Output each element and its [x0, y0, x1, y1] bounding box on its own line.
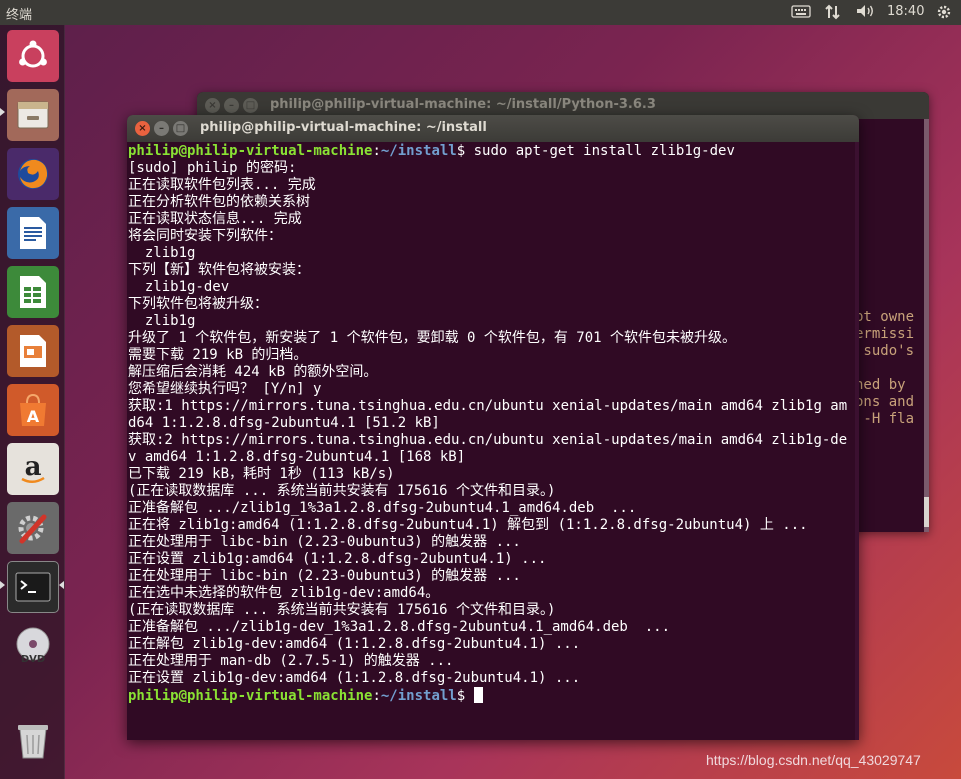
top-panel: 终端 18:40: [0, 0, 961, 25]
close-icon[interactable]: ×: [205, 98, 220, 113]
active-indicator: [0, 108, 5, 116]
active-app-title: 终端: [6, 8, 33, 23]
minimize-icon[interactable]: –: [154, 121, 169, 136]
network-arrows-icon[interactable]: [824, 3, 842, 25]
maximize-icon[interactable]: □: [173, 121, 188, 136]
scrollbar[interactable]: [855, 142, 859, 740]
dvd-icon[interactable]: DVD: [7, 620, 59, 672]
prompt-dollar: $: [456, 143, 466, 159]
window-titlebar[interactable]: × – □ philip@philip-virtual-machine: ~/i…: [127, 115, 859, 142]
front-terminal-window[interactable]: × – □ philip@philip-virtual-machine: ~/i…: [127, 115, 859, 740]
svg-text:DVD: DVD: [21, 654, 45, 665]
scrollbar[interactable]: [924, 119, 929, 532]
file-cabinet-icon[interactable]: [7, 89, 59, 141]
calc-icon[interactable]: [7, 266, 59, 318]
prompt-user: philip@philip-virtual-machine: [128, 688, 373, 704]
prompt-user: philip@philip-virtual-machine: [128, 143, 373, 159]
gear-icon[interactable]: [935, 3, 953, 25]
ubuntu-logo-icon[interactable]: [7, 30, 59, 82]
prompt-path: ~/install: [380, 143, 457, 159]
prompt-colon: :: [372, 143, 381, 159]
prompt-dollar: $: [456, 688, 474, 704]
terminal-text-area[interactable]: philip@philip-virtual-machine:~/install$…: [128, 143, 854, 740]
running-indicator: [0, 581, 5, 589]
impress-icon[interactable]: [7, 325, 59, 377]
scrollbar-thumb[interactable]: [924, 497, 929, 527]
wrench-gear-icon[interactable]: [7, 502, 59, 554]
volume-icon[interactable]: [855, 3, 877, 23]
watermark: https://blog.csdn.net/qq_43029747: [706, 752, 921, 768]
command-output: [sudo] philip 的密码: 正在读取软件包列表... 完成 正在分析软…: [128, 160, 848, 686]
firefox-icon[interactable]: [7, 148, 59, 200]
clock[interactable]: 18:40: [887, 4, 924, 19]
keyboard-icon[interactable]: [791, 3, 811, 23]
focused-indicator: [59, 581, 64, 589]
minimize-icon[interactable]: –: [224, 98, 239, 113]
command-text: sudo apt-get install zlib1g-dev: [465, 143, 735, 159]
prompt-path: ~/install: [380, 688, 457, 704]
text-cursor: [473, 687, 483, 703]
terminal-output: pt owne ermissi sudo's hed by ons and -H…: [855, 309, 915, 427]
close-icon[interactable]: ×: [135, 121, 150, 136]
window-title: philip@philip-virtual-machine: ~/install…: [270, 97, 656, 112]
svg-text:A: A: [27, 407, 40, 426]
maximize-icon[interactable]: □: [243, 98, 258, 113]
amazon-icon[interactable]: a: [7, 443, 59, 495]
writer-icon[interactable]: [7, 207, 59, 259]
terminal-icon[interactable]: [7, 561, 59, 613]
window-title: philip@philip-virtual-machine: ~/install: [200, 120, 487, 135]
shopping-bag-icon[interactable]: A: [7, 384, 59, 436]
prompt-colon: :: [372, 688, 381, 704]
launcher: A a DVD: [0, 25, 65, 779]
trash-icon[interactable]: [7, 715, 59, 767]
svg-text:a: a: [25, 452, 42, 482]
